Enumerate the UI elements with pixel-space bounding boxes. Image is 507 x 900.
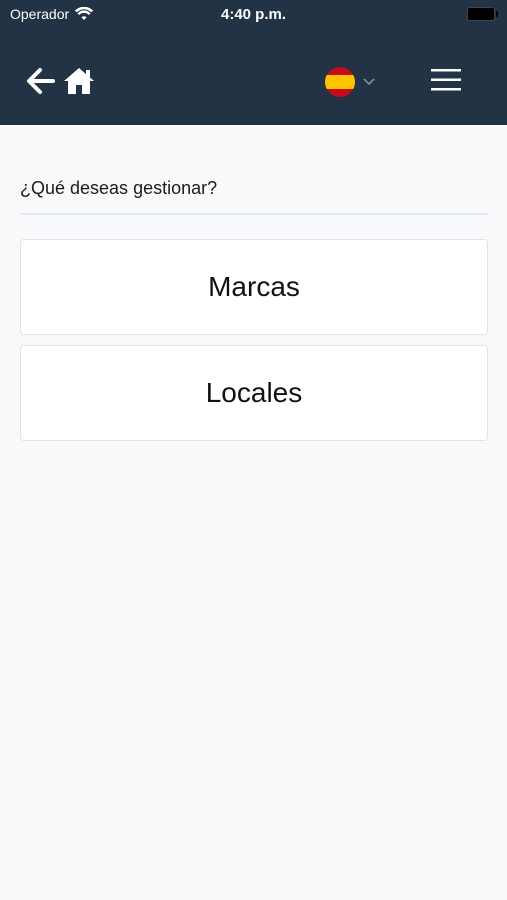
option-marcas-button[interactable]: Marcas [20,239,488,335]
top-bar: Operador 4:40 p.m. [0,0,507,125]
option-locales-button[interactable]: Locales [20,345,488,441]
language-selector[interactable] [325,67,375,97]
home-button[interactable] [62,66,96,96]
flag-spain-icon [325,67,355,97]
menu-button[interactable] [430,67,462,93]
home-icon [64,68,94,94]
main-content: ¿Qué deseas gestionar? Marcas Locales [20,178,488,441]
battery-icon [467,7,498,21]
arrow-left-icon [27,68,55,94]
option-label: Locales [205,377,303,408]
page-question: ¿Qué deseas gestionar? [20,178,488,215]
chevron-down-icon [363,78,375,86]
back-button[interactable] [26,67,56,95]
status-time: 4:40 p.m. [220,6,287,23]
option-label: Marcas [208,271,300,302]
nav-left-group [26,66,96,96]
status-bar: Operador 4:40 p.m. [0,0,507,28]
hamburger-menu-icon [431,69,461,91]
